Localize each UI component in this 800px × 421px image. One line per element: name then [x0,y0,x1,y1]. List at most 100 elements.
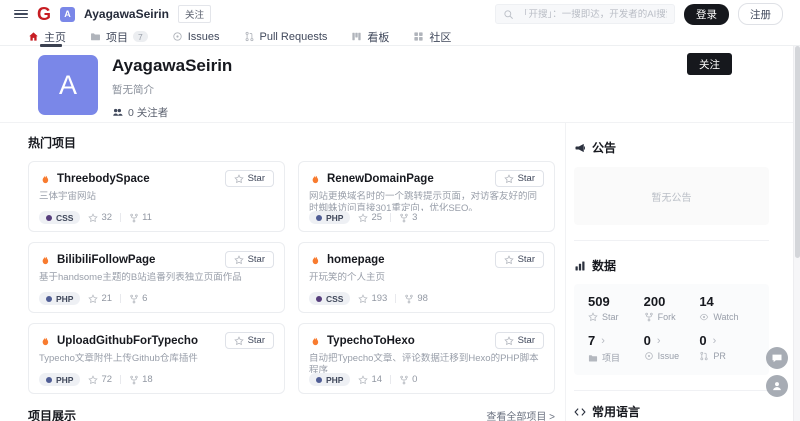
topbar: G A AyagawaSeirin 关注 登录 注册 [0,0,800,28]
star-icon [88,375,98,385]
language-dot [46,215,52,221]
scrollbar-thumb[interactable] [795,46,800,258]
menu-icon[interactable] [14,10,28,19]
star-button[interactable]: Star [495,332,544,349]
main-column: 热门项目 ThreebodySpace Star 三体宇宙网站 [0,123,565,421]
project-name[interactable]: RenewDomainPage [327,173,434,185]
project-card: BilibiliFollowPage Star 基于handsome主题的B站追… [28,242,285,313]
popular-projects-title: 热门项目 [28,134,555,151]
star-count: 21 [88,293,112,304]
view-all-projects-link[interactable]: 查看全部项目 > [486,408,555,421]
star-button[interactable]: Star [225,332,274,349]
star-icon [588,312,598,322]
language-dot [46,377,52,383]
flame-icon [309,173,321,185]
divider [574,240,769,241]
language-name: PHP [56,375,73,385]
project-name[interactable]: TypechoToHexo [327,335,415,347]
followers-link[interactable]: 0 关注者 [112,105,232,120]
register-button[interactable]: 注册 [738,3,783,25]
project-name[interactable]: homepage [327,254,385,266]
flame-icon [309,254,321,266]
language-pill: PHP [309,211,350,224]
follow-button[interactable]: 关注 [687,53,732,75]
gitee-logo[interactable]: G [37,5,51,23]
star-button[interactable]: Star [495,251,544,268]
language-pill: CSS [309,292,350,305]
pull-request-icon [244,31,255,42]
search-box[interactable] [495,4,675,24]
assistant-button[interactable] [766,347,788,369]
project-name[interactable]: ThreebodySpace [57,173,150,185]
stat-fork: 200 Fork [644,294,700,322]
language-name: CSS [326,294,343,304]
star-button[interactable]: Star [495,170,544,187]
star-count: 193 [358,293,387,304]
project-card: ThreebodySpace Star 三体宇宙网站 CSS [28,161,285,232]
chevron-right-icon: › [657,335,661,347]
stat-pull-requests[interactable]: 0› PR [699,333,755,364]
announcement-header: 公告 [574,139,769,156]
showcase-header: 项目展示 查看全部项目 > [28,407,555,421]
topbar-avatar: A [60,7,75,22]
language-name: CSS [56,213,73,223]
followers-count: 0 关注者 [128,105,168,120]
fork-icon [399,213,409,223]
fork-count: 98 [404,293,428,304]
topbar-username[interactable]: AyagawaSeirin [84,7,169,21]
tab-projects[interactable]: 项目 7 [90,28,148,45]
tab-home[interactable]: 主页 [28,28,66,45]
language-dot [316,215,322,221]
topbar-right: 登录 注册 [495,3,783,25]
star-icon [234,336,244,346]
feedback-button[interactable] [766,375,788,397]
star-icon [234,174,244,184]
fork-icon [404,294,414,304]
project-description: 网站更换域名时的一个跳转提示页面，对访客友好的同时蜘蛛访问直接301重定向，优化… [309,191,544,211]
fork-icon [129,375,139,385]
star-icon [504,336,514,346]
star-icon [88,213,98,223]
project-name[interactable]: UploadGithubForTypecho [57,335,198,347]
project-name[interactable]: BilibiliFollowPage [57,254,155,266]
user-icon [771,380,783,392]
tab-community[interactable]: 社区 [413,28,451,45]
projects-count-badge: 7 [133,31,148,42]
profile-header: A AyagawaSeirin 暂无简介 0 关注者 关注 [0,46,800,122]
profile-bio: 暂无简介 [112,82,232,97]
topbar-follow-chip[interactable]: 关注 [178,5,211,23]
fork-count: 18 [129,374,153,385]
announcement-empty: 暂无公告 [574,167,769,225]
project-description: 基于handsome主题的B站追番列表独立页面作品 [39,272,274,292]
project-card: UploadGithubForTypecho Star Typecho文章附件上… [28,323,285,394]
star-button[interactable]: Star [225,251,274,268]
flame-icon [39,335,51,347]
tab-issues[interactable]: Issues [172,28,220,45]
flame-icon [39,254,51,266]
stats-title: 数据 [592,257,616,274]
tab-kanban[interactable]: 看板 [351,28,389,45]
fork-count: 11 [129,212,152,223]
stat-watch: 14 Watch [699,294,755,322]
tab-pull-requests[interactable]: Pull Requests [244,28,328,45]
stats-header: 数据 [574,257,769,274]
kanban-icon [351,31,362,42]
folder-icon [588,353,598,363]
profile-info: AyagawaSeirin 暂无简介 0 关注者 [112,55,232,122]
star-count: 32 [88,212,112,223]
languages-header: 常用语言 [574,403,769,420]
stat-issues[interactable]: 0› Issue [644,333,700,364]
pull-request-icon [699,351,709,361]
star-button[interactable]: Star [225,170,274,187]
star-icon [358,294,368,304]
project-card: RenewDomainPage Star 网站更换域名时的一个跳转提示页面，对访… [298,161,555,232]
stat-projects[interactable]: 7› 项目 [588,333,644,364]
search-icon [503,9,514,20]
fork-count: 0 [399,374,417,385]
language-pill: CSS [39,211,80,224]
login-button[interactable]: 登录 [684,4,729,25]
search-input[interactable] [519,9,667,20]
stat-star: 509 Star [588,294,644,322]
language-pill: PHP [39,373,80,386]
tab-pull-requests-label: Pull Requests [260,31,328,43]
